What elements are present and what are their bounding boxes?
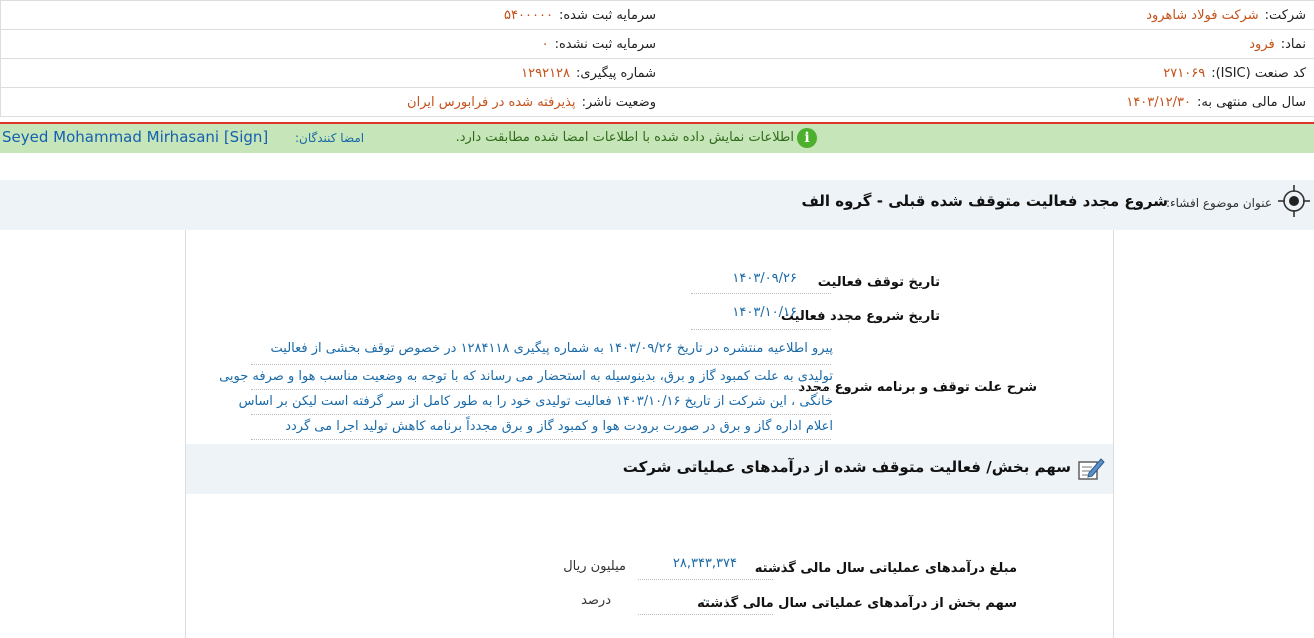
isic-cell: کد صنعت (ISIC): ۲۷۱۰۶۹ (664, 59, 1314, 87)
fiscal-year-label: سال مالی منتهی به: (1196, 94, 1306, 110)
subject-header: عنوان موضوع افشاء: شروع مجدد فعالیت متوق… (0, 180, 1314, 230)
unregistered-capital-label: سرمایه ثبت نشده: (554, 36, 656, 52)
share-unit: درصد (581, 593, 611, 608)
description-label: شرح علت توقف و برنامه شروع مجدد (798, 380, 1037, 395)
signer-name[interactable]: Seyed Mohammad Mirhasani [Sign] (2, 128, 268, 146)
stop-date-value: ۱۴۰۳/۰۹/۲۶ (732, 271, 797, 286)
tracking-value: ۱۲۹۲۱۲۸ (521, 65, 571, 81)
tracking-label: شماره پیگیری: (576, 65, 656, 81)
company-value: شرکت فولاد شاهرود (1146, 7, 1259, 23)
publisher-status-cell: وضعیت ناشر: پذیرفته شده در فرابورس ایران (0, 88, 664, 116)
unregistered-capital-value: ۰ (541, 36, 549, 52)
description-line-2: تولیدی به علت کمبود گاز و برق، بدینوسیله… (219, 369, 833, 384)
description-line-3: خانگی ، این شرکت از تاریخ ۱۴۰۳/۱۰/۱۶ فعا… (238, 394, 833, 409)
company-cell: شرکت: شرکت فولاد شاهرود (664, 1, 1314, 29)
signers-label: امضا کنندگان: (295, 131, 365, 145)
info-row-company: شرکت: شرکت فولاد شاهرود سرمایه ثبت شده: … (0, 1, 1314, 30)
revenue-section-header: سهم بخش/ فعالیت متوقف شده از درآمدهای عم… (186, 444, 1113, 494)
disclosure-panel: تاریخ توقف فعالیت ۱۴۰۳/۰۹/۲۶ تاریخ شروع … (185, 230, 1114, 638)
restart-date-value: ۱۴۰۳/۱۰/۱۶ (732, 305, 797, 320)
last-year-revenue-underline (638, 579, 773, 580)
info-row-symbol: نماد: فرود سرمایه ثبت نشده: ۰ (0, 30, 1314, 59)
signature-verification-bar: i اطلاعات نمایش داده شده با اطلاعات امضا… (0, 124, 1314, 153)
fiscal-year-cell: سال مالی منتهی به: ۱۴۰۳/۱۲/۳۰ (664, 88, 1314, 116)
share-value: ۰ (701, 593, 708, 608)
last-year-revenue-value: ۲۸,۳۴۳,۳۷۴ (672, 556, 737, 571)
symbol-value[interactable]: فرود (1249, 37, 1274, 52)
registered-capital-cell: سرمایه ثبت شده: ۵۴۰۰۰۰۰ (0, 1, 664, 29)
restart-date-label: تاریخ شروع مجدد فعالیت (780, 309, 940, 324)
description-underline-1 (251, 364, 831, 365)
isic-label: کد صنعت (ISIC): (1211, 65, 1306, 81)
share-label: سهم بخش از درآمدهای عملیاتی سال مالی گذش… (697, 596, 1017, 611)
publisher-status-value: پذیرفته شده در فرابورس ایران (407, 94, 576, 110)
description-line-4: اعلام اداره گاز و برق در صورت برودت هوا … (285, 419, 833, 434)
company-label: شرکت: (1264, 7, 1306, 23)
info-row-fiscal: سال مالی منتهی به: ۱۴۰۳/۱۲/۳۰ وضعیت ناشر… (0, 88, 1314, 117)
info-row-isic: کد صنعت (ISIC): ۲۷۱۰۶۹ شماره پیگیری: ۱۲۹… (0, 59, 1314, 88)
company-info-table: شرکت: شرکت فولاد شاهرود سرمایه ثبت شده: … (0, 0, 1314, 117)
last-year-revenue-label: مبلغ درآمدهای عملیاتی سال مالی گذشته (754, 561, 1017, 576)
revenue-section-title: سهم بخش/ فعالیت متوقف شده از درآمدهای عم… (622, 458, 1071, 476)
publisher-status-label: وضعیت ناشر: (581, 94, 656, 110)
symbol-cell: نماد: فرود (664, 30, 1314, 58)
restart-date-underline (691, 329, 831, 330)
tracking-cell: شماره پیگیری: ۱۲۹۲۱۲۸ (0, 59, 664, 87)
subject-title: شروع مجدد فعالیت متوقف شده قبلی - گروه ا… (801, 192, 1168, 210)
target-icon (1278, 185, 1310, 217)
subject-label: عنوان موضوع افشاء: (1165, 196, 1272, 210)
edit-icon (1078, 458, 1105, 480)
unregistered-capital-cell: سرمایه ثبت نشده: ۰ (0, 30, 664, 58)
description-underline-4 (251, 439, 831, 440)
last-year-revenue-unit: میلیون ریال (563, 559, 626, 574)
info-icon: i (797, 128, 817, 148)
stop-date-label: تاریخ توقف فعالیت (817, 275, 940, 290)
symbol-label: نماد: (1280, 36, 1306, 52)
description-underline-3 (251, 414, 831, 415)
isic-value: ۲۷۱۰۶۹ (1163, 65, 1206, 81)
registered-capital-value: ۵۴۰۰۰۰۰ (504, 7, 553, 23)
stop-date-underline (691, 293, 831, 294)
description-underline-2 (251, 389, 831, 390)
description-line-1: پیرو اطلاعیه منتشره در تاریخ ۱۴۰۳/۰۹/۲۶ … (270, 341, 833, 356)
fiscal-year-value: ۱۴۰۳/۱۲/۳۰ (1126, 94, 1191, 110)
registered-capital-label: سرمایه ثبت شده: (558, 7, 656, 23)
share-underline (638, 614, 773, 615)
verification-message: اطلاعات نمایش داده شده با اطلاعات امضا ش… (455, 130, 794, 145)
